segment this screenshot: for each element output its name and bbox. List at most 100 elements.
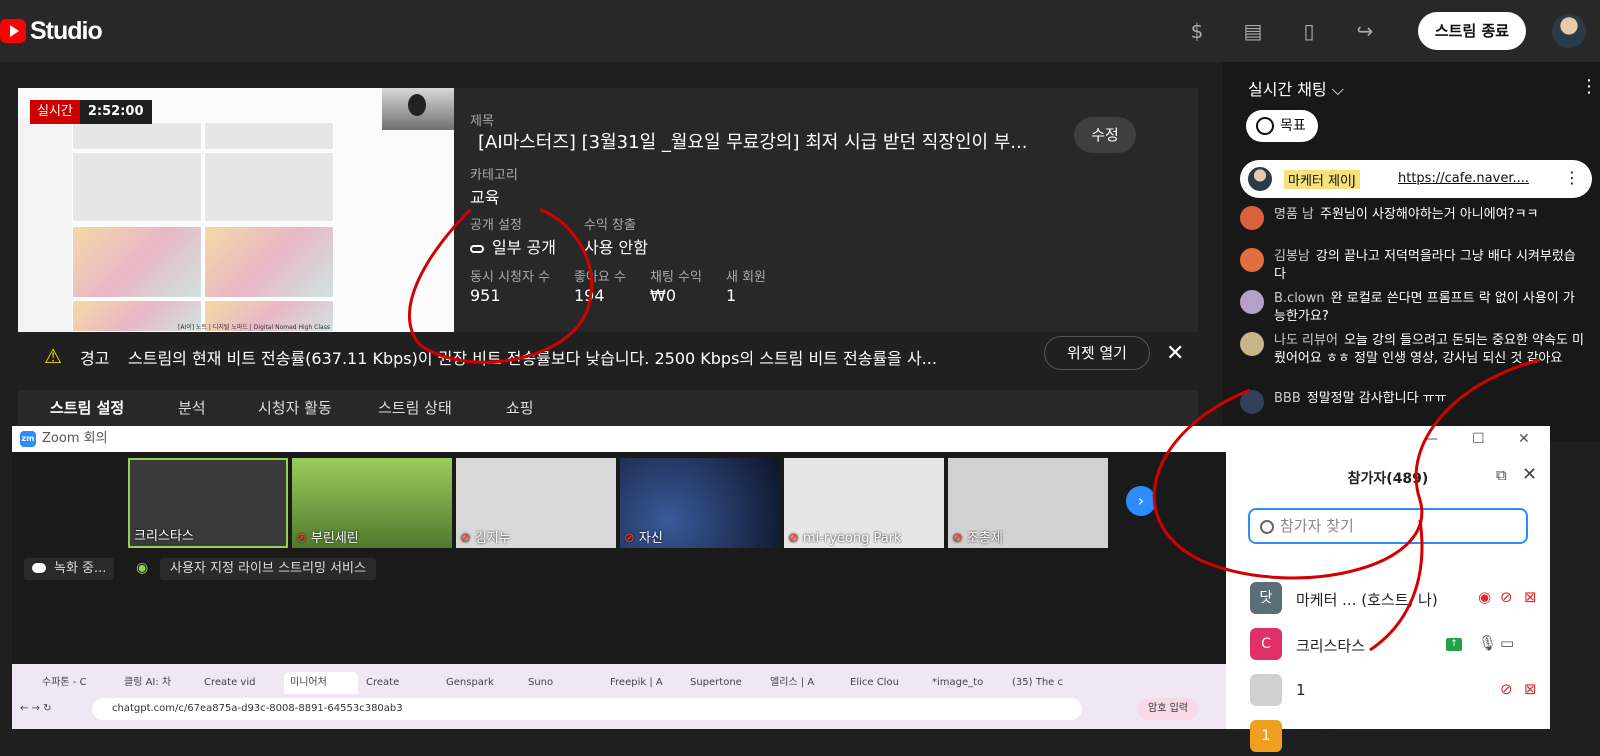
bookmark-icon[interactable]: ▯ <box>1296 18 1322 44</box>
live-chat-panel: 실시간 채팅 ⌵ ⋮ 목표 마케터 제이J https://cafe.naver… <box>1222 62 1600 442</box>
recording-indicator[interactable]: 녹화 중... <box>24 558 115 580</box>
warning-message: 스트림의 현재 비트 전송률(637.11 Kbps)이 권장 비트 전송률보다… <box>128 349 937 368</box>
open-widget-button[interactable]: 위젯 열기 <box>1044 336 1150 370</box>
participant-name: ⊘ mi-ryeong Park <box>788 531 902 546</box>
browser-tab[interactable]: Suno <box>528 672 600 694</box>
video-tile[interactable]: ⊘ mi-ryeong Park <box>784 458 944 548</box>
video-off-icon[interactable]: ⊠ <box>1524 588 1537 606</box>
pop-out-icon[interactable]: ⧉ <box>1496 466 1507 484</box>
pinned-link[interactable]: https://cafe.naver.... <box>1398 171 1529 186</box>
more-vert-icon[interactable]: ⋮ <box>1580 76 1598 97</box>
title-label: 제목 <box>470 114 494 129</box>
browser-tab[interactable]: Genspark <box>446 672 520 694</box>
participant-name: ⊘ 부린세린 <box>296 531 359 546</box>
edit-button[interactable]: 수정 <box>1074 117 1136 153</box>
minimize-icon[interactable]: — <box>1424 426 1438 452</box>
participant-row[interactable]: 1 ⊘ ⊠ <box>1250 674 1540 710</box>
tab-shopping[interactable]: 쇼핑 <box>506 397 534 418</box>
mic-muted-icon[interactable]: ⊘ <box>1500 680 1513 698</box>
live-badge: 실시간 2:52:00 <box>30 100 152 124</box>
maximize-icon[interactable]: ☐ <box>1472 426 1485 452</box>
tab-viewer-activity[interactable]: 시청자 활동 <box>258 397 332 418</box>
video-tile[interactable]: ⊘ 조총제 <box>948 458 1108 548</box>
next-page-icon[interactable]: › <box>1126 486 1156 516</box>
mic-muted-icon: ⊘ <box>788 531 799 546</box>
browser-tab-active[interactable]: 미니어처 <box>284 672 358 694</box>
streaming-service-indicator[interactable]: 사용자 지정 라이브 스트리밍 서비스 <box>160 558 376 580</box>
avatar <box>1240 332 1264 356</box>
participant-name: ⊘ 김지누 <box>460 531 511 546</box>
tab-analytics[interactable]: 분석 <box>178 397 206 418</box>
account-avatar[interactable] <box>1552 14 1586 48</box>
browser-tab[interactable]: Create vid <box>204 672 276 694</box>
target-icon <box>1256 117 1274 135</box>
participant-name: 1 <box>1296 681 1306 699</box>
live-label: 실시간 <box>30 100 80 124</box>
chat-message: 명품 남 주원님이 사장해야하는거 아니에여?ㅋㅋ <box>1240 206 1586 230</box>
browser-tab[interactable]: (35) The c <box>1012 672 1084 694</box>
close-icon[interactable]: ✕ <box>1522 464 1537 485</box>
avatar: C <box>1250 628 1282 660</box>
avatar <box>1240 390 1264 414</box>
visibility-value: 일부 공개 <box>470 234 556 258</box>
stream-tabs: 스트림 설정 분석 시청자 활동 스트림 상태 쇼핑 <box>18 390 1198 430</box>
browser-tab[interactable]: Supertone <box>690 672 762 694</box>
more-vert-icon[interactable]: ⋮ <box>1564 168 1580 187</box>
participant-name: ⊘ 조총제 <box>952 531 1003 546</box>
close-icon[interactable]: ✕ <box>1166 341 1184 366</box>
money-icon[interactable]: $ <box>1184 18 1210 44</box>
video-tile[interactable]: ⊘ 부린세린 <box>292 458 452 548</box>
stat-label: 새 회원 <box>726 270 767 285</box>
visibility-label: 공개 설정 <box>470 218 522 233</box>
pinned-message[interactable]: 마케터 제이J https://cafe.naver.... ⋮ <box>1240 160 1592 198</box>
avatar <box>1240 206 1264 230</box>
share-icon[interactable]: ↪ <box>1352 18 1378 44</box>
new-members: 1 <box>726 286 737 305</box>
chat-message: BBB 정말정말 감사합니다 ㅠㅠ <box>1240 390 1586 414</box>
stream-preview[interactable]: [AI이] 노트 | 디지털 노마드 | Digital Nomad High … <box>18 88 454 332</box>
video-off-icon[interactable]: ⊠ <box>1524 680 1537 698</box>
participants-panel: 참가자(489) ⧉ ✕ 참가자 찾기 닷 마케터 ... (호스트, 나) ◉… <box>1226 452 1550 752</box>
browser-tab[interactable]: 엘리스 | A <box>770 672 842 694</box>
participant-row[interactable]: 1 1004 <box>1250 720 1540 756</box>
close-icon[interactable]: ✕ <box>1518 426 1530 452</box>
browser-tab[interactable]: 클링 AI: 차 <box>124 672 196 694</box>
end-stream-button[interactable]: 스트림 종료 <box>1418 12 1526 50</box>
mic-muted-icon: ⊘ <box>296 531 307 546</box>
participant-row[interactable]: 닷 마케터 ... (호스트, 나) ◉ ⊘ ⊠ <box>1250 582 1540 618</box>
chat-message: B.clown 완 로컬로 쓴다면 프롬프트 락 없이 사용이 가능한가요? <box>1240 290 1586 326</box>
chat-title[interactable]: 실시간 채팅 ⌵ <box>1248 76 1344 100</box>
address-bar[interactable]: chatgpt.com/c/67ea875a-d93c-8008-8891-64… <box>92 698 1082 720</box>
participant-search-input[interactable]: 참가자 찾기 <box>1248 508 1528 544</box>
password-button[interactable]: 암호 입력 <box>1138 698 1198 720</box>
browser-tab[interactable]: 수파톤 - C <box>42 672 118 694</box>
stat-label: 좋아요 수 <box>574 270 626 285</box>
warning-title: 경고 <box>80 349 110 368</box>
pinned-author: 마케터 제이J <box>1284 170 1360 189</box>
video-tile[interactable]: 크리스타스 <box>128 458 288 548</box>
mic-muted-icon[interactable]: ⊘ <box>1500 588 1513 606</box>
chat-message: 나도 리뷰어 오늘 강의 들으려고 돈되는 중요한 약속도 미뤘어어요 ㅎㅎ 정말… <box>1240 332 1586 368</box>
goal-button[interactable]: 목표 <box>1246 110 1318 142</box>
mic-icon[interactable]: 🎙 <box>1478 634 1497 652</box>
tab-stream-health[interactable]: 스트림 상태 <box>378 397 452 418</box>
video-tile[interactable]: ⊘ 김지누 <box>456 458 616 548</box>
stream-info-card: [AI이] 노트 | 디지털 노마드 | Digital Nomad High … <box>18 88 1198 332</box>
nav-icons[interactable]: ← → ↻ <box>20 698 80 720</box>
avatar: 1 <box>1250 720 1282 752</box>
browser-tab[interactable]: Create <box>366 672 438 694</box>
chat-author: 나도 리뷰어 <box>1274 333 1338 348</box>
browser-tab[interactable]: Elice Clou <box>850 672 922 694</box>
browser-tab[interactable]: Freepik | A <box>610 672 682 694</box>
clapperboard-icon[interactable]: ▤ <box>1240 18 1266 44</box>
concurrent-viewers: 951 <box>470 286 501 305</box>
studio-logo[interactable]: Studio <box>0 14 103 48</box>
participant-row[interactable]: C 크리스타스 ↑ 🎙 ▭ <box>1250 628 1540 664</box>
tab-stream-settings[interactable]: 스트림 설정 <box>50 397 124 418</box>
browser-tab[interactable]: *image_to <box>932 672 1004 694</box>
video-icon[interactable]: ▭ <box>1500 634 1514 652</box>
chat-text: 주원님이 사장해야하는거 아니에여?ㅋㅋ <box>1320 207 1539 222</box>
video-tile[interactable]: ⊘ 자신 <box>620 458 780 548</box>
share-screen-icon: ↑ <box>1446 638 1462 651</box>
participant-name: 크리스타스 <box>1296 637 1366 655</box>
